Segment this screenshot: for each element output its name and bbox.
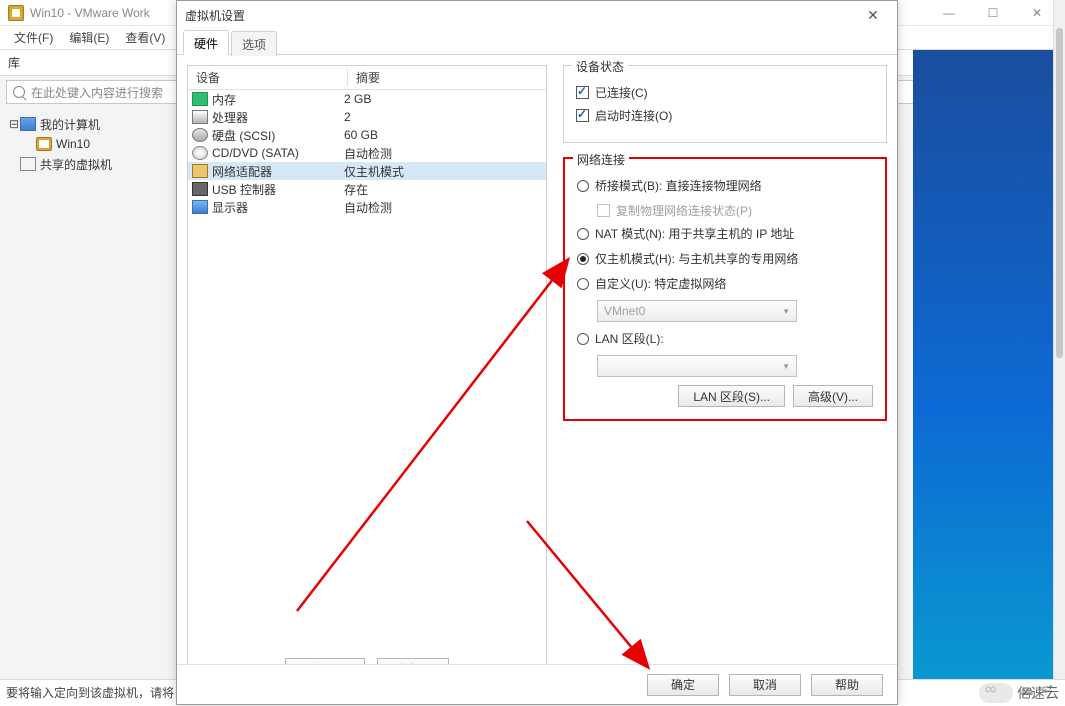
chevron-down-icon: ▼ (782, 362, 790, 371)
dialog-bottom-buttons: 确定 取消 帮助 (177, 664, 897, 704)
radio-icon (577, 228, 589, 240)
radio-icon (577, 278, 589, 290)
lan-segment-combobox: ▼ (597, 355, 797, 377)
vmnet-combobox: VMnet0 ▼ (597, 300, 797, 322)
maximize-button[interactable]: ☐ (971, 0, 1015, 26)
vm-desktop-preview (913, 50, 1065, 705)
checkbox-icon (576, 86, 589, 99)
hardware-list: 内存2 GB处理器2硬盘 (SCSI)60 GBCD/DVD (SATA)自动检… (188, 90, 546, 216)
device-icon (192, 146, 208, 160)
column-summary[interactable]: 摘要 (348, 69, 388, 86)
device-status-group: 设备状态 已连接(C) 启动时连接(O) (563, 65, 887, 143)
connected-checkbox[interactable]: 已连接(C) (576, 84, 874, 101)
hardware-row[interactable]: 硬盘 (SCSI)60 GB (188, 126, 546, 144)
hardware-row[interactable]: 处理器2 (188, 108, 546, 126)
menu-file[interactable]: 文件(F) (6, 29, 61, 46)
hardware-row[interactable]: USB 控制器存在 (188, 180, 546, 198)
hardware-list-panel: 设备 摘要 内存2 GB处理器2硬盘 (SCSI)60 GBCD/DVD (SA… (187, 65, 547, 691)
vm-settings-dialog: 虚拟机设置 ✕ 硬件 选项 设备 摘要 内存2 GB处理器2硬盘 (SCSI)6… (176, 0, 898, 705)
network-legend: 网络连接 (573, 151, 629, 168)
dialog-title: 虚拟机设置 (185, 7, 245, 24)
network-connection-group: 网络连接 桥接模式(B): 直接连接物理网络 复制物理网络连接状态(P) NAT… (563, 157, 887, 421)
dialog-close-button[interactable]: ✕ (857, 7, 889, 24)
chevron-down-icon: ▼ (782, 307, 790, 316)
vmware-icon (8, 5, 24, 21)
vm-icon (36, 137, 52, 151)
vertical-scrollbar[interactable] (1053, 0, 1065, 705)
lan-segments-button[interactable]: LAN 区段(S)... (678, 385, 785, 407)
hardware-list-header: 设备 摘要 (188, 66, 546, 90)
hardware-row[interactable]: 显示器自动检测 (188, 198, 546, 216)
help-button[interactable]: 帮助 (811, 674, 883, 696)
radio-icon (577, 333, 589, 345)
device-icon (192, 128, 208, 142)
radio-lan-segment[interactable]: LAN 区段(L): (577, 330, 873, 347)
ok-button[interactable]: 确定 (647, 674, 719, 696)
connect-at-poweron-checkbox[interactable]: 启动时连接(O) (576, 107, 874, 124)
radio-bridged[interactable]: 桥接模式(B): 直接连接物理网络 (577, 177, 873, 194)
menu-view[interactable]: 查看(V) (117, 29, 173, 46)
radio-hostonly[interactable]: 仅主机模式(H): 与主机共享的专用网络 (577, 250, 873, 267)
device-icon (192, 110, 208, 124)
dialog-titlebar: 虚拟机设置 ✕ (177, 1, 897, 29)
radio-icon (577, 253, 589, 265)
watermark-logo: 亿速云 (979, 683, 1059, 703)
device-icon (192, 164, 208, 178)
advanced-button[interactable]: 高级(V)... (793, 385, 873, 407)
search-icon (13, 86, 25, 98)
hardware-row[interactable]: 网络适配器仅主机模式 (188, 162, 546, 180)
menu-edit[interactable]: 编辑(E) (61, 29, 117, 46)
shared-icon (20, 157, 36, 171)
dialog-tabs: 硬件 选项 (177, 29, 897, 55)
minimize-button[interactable]: — (927, 0, 971, 26)
tab-options[interactable]: 选项 (231, 31, 277, 56)
radio-custom[interactable]: 自定义(U): 特定虚拟网络 (577, 275, 873, 292)
column-device[interactable]: 设备 (188, 69, 348, 86)
hardware-row[interactable]: CD/DVD (SATA)自动检测 (188, 144, 546, 162)
radio-nat[interactable]: NAT 模式(N): 用于共享主机的 IP 地址 (577, 225, 873, 242)
hardware-row[interactable]: 内存2 GB (188, 90, 546, 108)
checkbox-icon (576, 109, 589, 122)
tab-content: 设备 摘要 内存2 GB处理器2硬盘 (SCSI)60 GBCD/DVD (SA… (177, 55, 897, 701)
monitor-icon (20, 117, 36, 131)
network-button-row: LAN 区段(S)... 高级(V)... (577, 385, 873, 407)
device-icon (192, 182, 208, 196)
device-status-legend: 设备状态 (572, 58, 628, 75)
replicate-checkbox: 复制物理网络连接状态(P) (597, 202, 873, 219)
main-title-text: Win10 - VMware Work (30, 6, 150, 20)
radio-icon (577, 180, 589, 192)
device-icon (192, 92, 208, 106)
device-icon (192, 200, 208, 214)
tab-hardware[interactable]: 硬件 (183, 30, 229, 55)
cancel-button[interactable]: 取消 (729, 674, 801, 696)
window-controls: — ☐ ✕ (927, 0, 1059, 26)
checkbox-icon (597, 204, 610, 217)
status-text: 要将输入定向到该虚拟机，请将 (6, 684, 174, 701)
cloud-icon (979, 683, 1013, 703)
hardware-detail-panel: 设备状态 已连接(C) 启动时连接(O) 网络连接 桥接模式(B): 直接连接物… (563, 65, 887, 691)
